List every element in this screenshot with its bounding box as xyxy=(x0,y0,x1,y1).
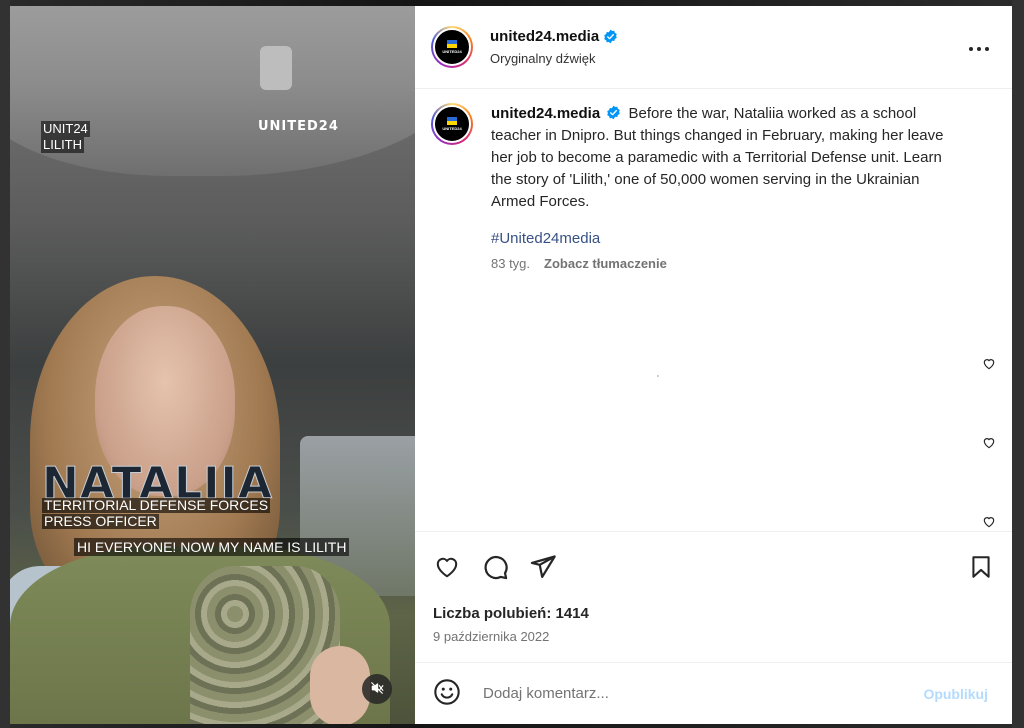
emoji-icon xyxy=(433,679,461,709)
share-button[interactable] xyxy=(529,553,557,584)
header-text: united24.media Oryginalny dźwięk xyxy=(490,28,962,66)
avatar-logo-text: UNITED24 xyxy=(442,49,462,54)
unit-tag-line1: UNIT24 xyxy=(41,121,90,137)
backdrop-right-edge xyxy=(1012,0,1024,728)
bookmark-icon xyxy=(968,556,994,584)
more-options-button[interactable] xyxy=(962,34,996,61)
publish-button[interactable]: Opublikuj xyxy=(917,685,994,703)
comment-input[interactable] xyxy=(481,684,918,703)
see-translation-link[interactable]: Zobacz tłumaczenie xyxy=(544,256,667,271)
caption-avatar-logo: UNITED24 xyxy=(433,105,471,143)
post-side-panel: UNITED24 united24.media Oryginalny dźwię… xyxy=(415,6,1012,724)
send-icon xyxy=(529,555,557,584)
avatar-logo-text: UNITED24 xyxy=(442,126,462,131)
header-username[interactable]: united24.media xyxy=(490,28,599,45)
video-role-line1: TERRITORIAL DEFENSE FORCES xyxy=(42,497,271,513)
caption-body: united24.media Before the war, Nataliia … xyxy=(491,103,961,271)
comments-area[interactable]: UNITED24 united24.media Before the war, … xyxy=(415,89,1012,531)
comment-button[interactable] xyxy=(481,553,509,584)
speaker-muted-icon xyxy=(370,681,384,698)
flag-icon xyxy=(447,40,457,48)
video-player[interactable]: UNIT24 LILITH UNITED24 NATALIIA TERRITOR… xyxy=(10,6,415,724)
caption-meta: 83 tyg. Zobacz tłumaczenie xyxy=(491,256,961,271)
post-date: 9 października 2022 xyxy=(433,629,550,644)
comment-box: Opublikuj xyxy=(415,662,1012,724)
comment-icon xyxy=(481,556,509,584)
backdrop-left-edge xyxy=(0,0,10,728)
flag-icon xyxy=(447,117,457,125)
likes-count[interactable]: Liczba polubień: 1414 xyxy=(415,605,1012,627)
brand-watermark: UNITED24 xyxy=(258,119,339,134)
caption-age: 83 tyg. xyxy=(491,256,531,271)
person-hand xyxy=(310,646,370,724)
post-actions xyxy=(415,531,1012,605)
caption-username[interactable]: united24.media xyxy=(491,105,600,122)
visor-clip xyxy=(260,46,292,90)
like-button[interactable] xyxy=(433,554,461,583)
loading-dot xyxy=(657,375,659,377)
unit-tag-line2: LILITH xyxy=(41,137,85,153)
video-role-line2: PRESS OFFICER xyxy=(42,513,159,529)
header-username-row: united24.media xyxy=(490,28,962,45)
caption-text-block: united24.media Before the war, Nataliia … xyxy=(491,103,961,213)
post-header: UNITED24 united24.media Oryginalny dźwię… xyxy=(415,6,1012,89)
verified-badge-icon xyxy=(607,105,621,120)
avatar[interactable]: UNITED24 xyxy=(431,26,473,68)
more-horizontal-icon xyxy=(968,40,990,55)
verified-badge-icon xyxy=(604,29,617,44)
caption-avatar[interactable]: UNITED24 xyxy=(431,103,473,145)
post-modal: UNIT24 LILITH UNITED24 NATALIIA TERRITOR… xyxy=(10,6,1012,724)
emoji-button[interactable] xyxy=(433,678,461,709)
mute-button[interactable] xyxy=(362,674,392,704)
comment-like-heart-icon[interactable] xyxy=(982,515,996,529)
heart-icon xyxy=(433,557,461,583)
comment-like-heart-icon[interactable] xyxy=(982,436,996,450)
caption: UNITED24 united24.media Before the war, … xyxy=(431,103,996,271)
hashtag-link[interactable]: #United24media xyxy=(491,230,961,247)
save-button[interactable] xyxy=(968,553,994,584)
original-audio-link[interactable]: Oryginalny dźwięk xyxy=(490,51,962,66)
video-subtitle: HI EVERYONE! NOW MY NAME IS LILITH xyxy=(74,538,350,556)
comment-like-heart-icon[interactable] xyxy=(982,357,996,371)
avatar-logo: UNITED24 xyxy=(433,28,471,66)
